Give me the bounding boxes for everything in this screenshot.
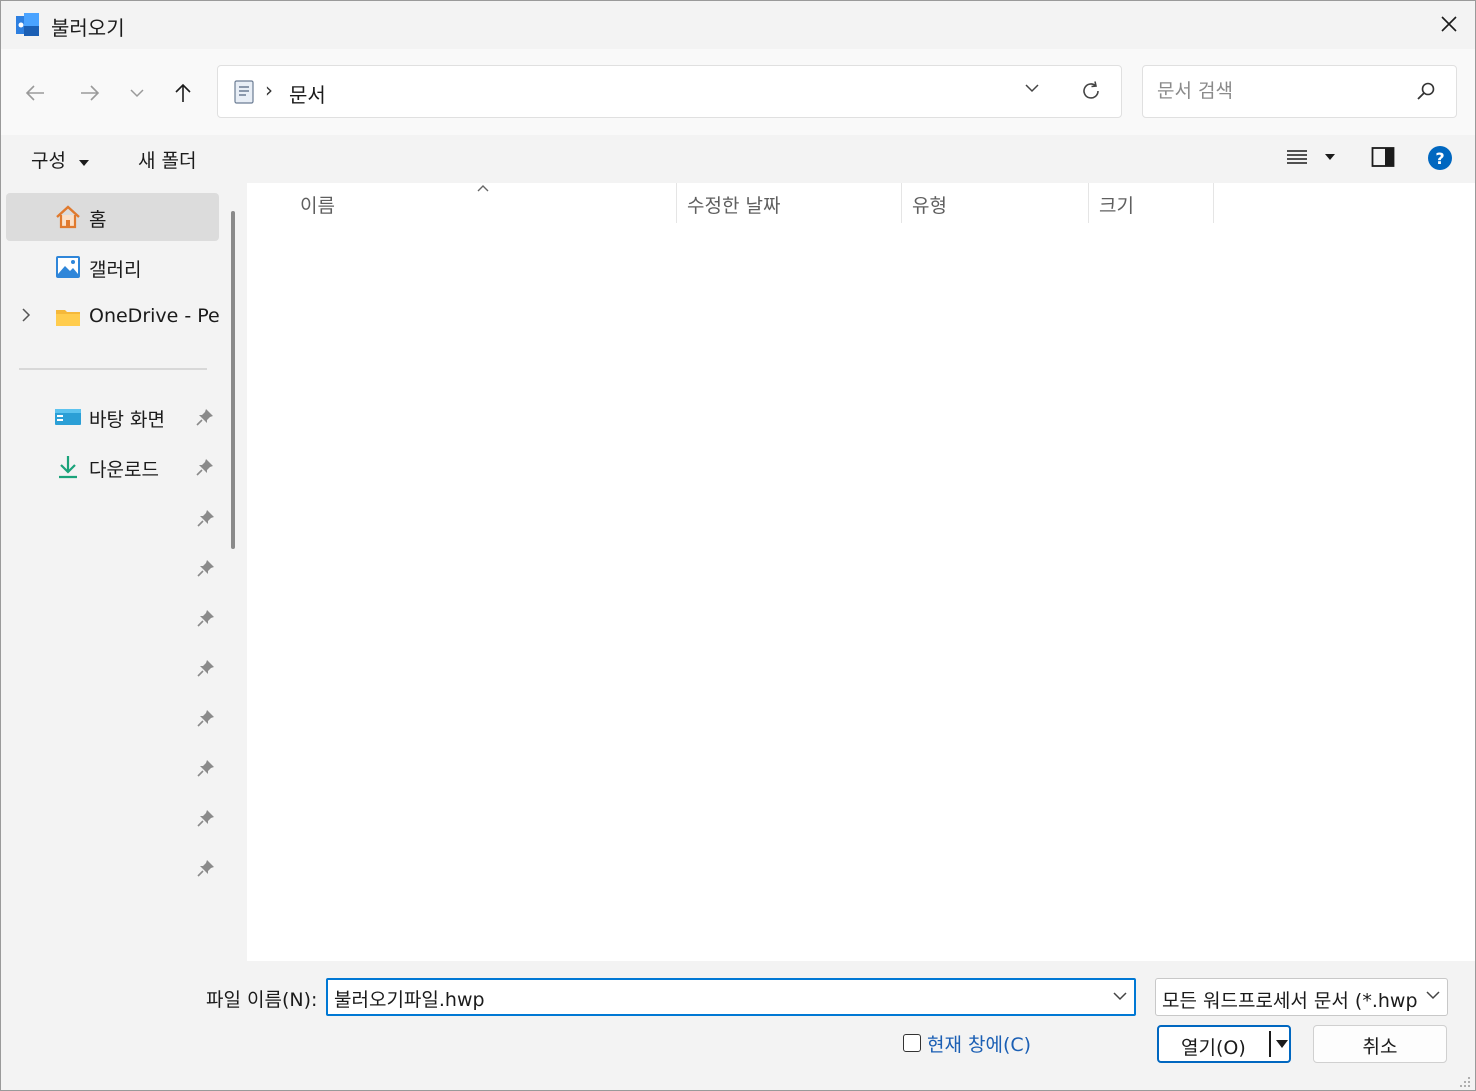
caret-down-icon [79,160,90,166]
sidebar-item-gallery[interactable]: 갤러리 [6,243,219,291]
caret-down-icon [1325,154,1336,160]
file-list: 이름 수정한 날짜 유형 크기 [247,183,1475,961]
sidebar-item-label: 다운로드 [89,459,159,481]
pin-icon[interactable] [196,458,214,476]
column-header-date-modified[interactable]: 수정한 날짜 [687,191,780,223]
recent-locations-button[interactable] [119,75,155,111]
command-bar: 구성 새 폴더 ? [1,135,1475,183]
preview-pane-icon [1371,147,1395,167]
column-separator[interactable] [676,183,677,223]
gallery-icon [56,256,80,278]
open-button[interactable]: 열기(O) [1157,1025,1291,1063]
search-icon[interactable] [1416,81,1436,101]
home-icon [56,205,80,229]
sort-ascending-icon [477,185,489,192]
column-header-name[interactable]: 이름 [300,191,335,223]
column-header-type[interactable]: 유형 [912,191,947,223]
search-box[interactable] [1142,65,1457,118]
column-separator[interactable] [901,183,902,223]
app-icon [16,13,39,36]
sidebar-item-label: OneDrive - Pers [89,305,221,327]
pin-icon[interactable] [197,559,215,577]
sidebar-item-label: 갤러리 [89,259,142,281]
pin-icon[interactable] [197,709,215,727]
view-options-button[interactable] [1285,145,1337,174]
pin-icon[interactable] [196,408,214,426]
sidebar-item-home[interactable]: 홈 [6,193,219,241]
sidebar-item-label: 홈 [89,209,107,231]
sidebar-item-downloads[interactable]: 다운로드 [6,443,219,491]
new-folder-button[interactable]: 새 폴더 [138,146,196,173]
organize-button[interactable]: 구성 [31,146,90,173]
cancel-button-label: 취소 [1362,1036,1398,1058]
sidebar-item-onedrive[interactable]: OneDrive - Pers [6,293,221,341]
chevron-right-icon[interactable] [20,307,32,323]
chevron-down-icon [130,89,144,98]
arrow-right-icon [81,85,100,101]
breadcrumb-separator: › [265,78,273,102]
search-input[interactable] [1157,76,1407,106]
current-window-label[interactable]: 현재 창에(C) [927,1030,1031,1057]
open-dialog: 불러오기 › 문서 문서 검색 구성 새 폴더 ? 홈 갤러리 OneDrive… [0,0,1476,1091]
help-button[interactable]: ? [1427,145,1453,176]
preview-pane-button[interactable] [1371,145,1395,174]
sidebar-item-label: 바탕 화면 [89,409,165,431]
up-button[interactable] [165,75,201,111]
file-type-select[interactable]: 모든 워드프로세서 문서 (*.hwp [1155,978,1448,1016]
pin-icon[interactable] [197,609,215,627]
filename-input[interactable] [334,984,1104,1012]
sidebar-item-desktop[interactable]: 바탕 화면 [6,393,219,441]
sidebar-scrollbar[interactable] [231,211,235,549]
navigation-bar: › 문서 [1,49,1475,135]
caret-down-icon[interactable] [1275,1039,1289,1049]
title-bar: 불러오기 [1,1,1475,49]
column-header-size[interactable]: 크기 [1099,191,1134,223]
documents-folder-icon [234,80,254,104]
close-button[interactable] [1423,1,1475,47]
dialog-footer: 파일 이름(N): 모든 워드프로세서 문서 (*.hwp 현재 창에(C) 열… [1,961,1475,1090]
desktop-icon [55,409,81,425]
open-button-label: 열기(O) [1181,1037,1246,1059]
column-separator[interactable] [1088,183,1089,223]
pin-icon[interactable] [197,859,215,877]
filename-combobox[interactable] [326,978,1136,1016]
folder-icon [56,310,80,326]
chevron-down-icon[interactable] [1024,82,1040,94]
sidebar-divider [19,368,207,370]
resize-grip-icon[interactable] [1459,1076,1471,1088]
breadcrumb-current-folder[interactable]: 문서 [289,79,326,108]
arrow-left-icon [25,85,44,101]
pin-icon[interactable] [197,809,215,827]
pin-icon[interactable] [197,509,215,527]
svg-text:?: ? [1435,149,1444,168]
pin-icon[interactable] [197,759,215,777]
close-icon [1441,16,1457,32]
cancel-button[interactable]: 취소 [1313,1025,1447,1063]
filename-label: 파일 이름(N): [206,989,318,1011]
address-bar[interactable]: › 문서 [217,65,1122,118]
file-type-value: 모든 워드프로세서 문서 (*.hwp [1162,990,1418,1012]
list-view-icon [1287,150,1307,164]
chevron-down-icon [1426,991,1440,1000]
split-divider [1269,1031,1271,1057]
chevron-down-icon[interactable] [1112,990,1128,1002]
help-icon: ? [1428,146,1452,170]
forward-button[interactable] [72,75,108,111]
refresh-icon[interactable] [1080,80,1102,102]
arrow-up-icon [175,83,191,102]
pin-icon[interactable] [197,659,215,677]
download-icon [59,456,77,479]
back-button[interactable] [17,75,53,111]
checkbox[interactable] [903,1034,921,1052]
window-title: 불러오기 [51,16,125,40]
column-separator[interactable] [1213,183,1214,223]
navigation-pane: 홈 갤러리 OneDrive - Pers [1,183,235,963]
